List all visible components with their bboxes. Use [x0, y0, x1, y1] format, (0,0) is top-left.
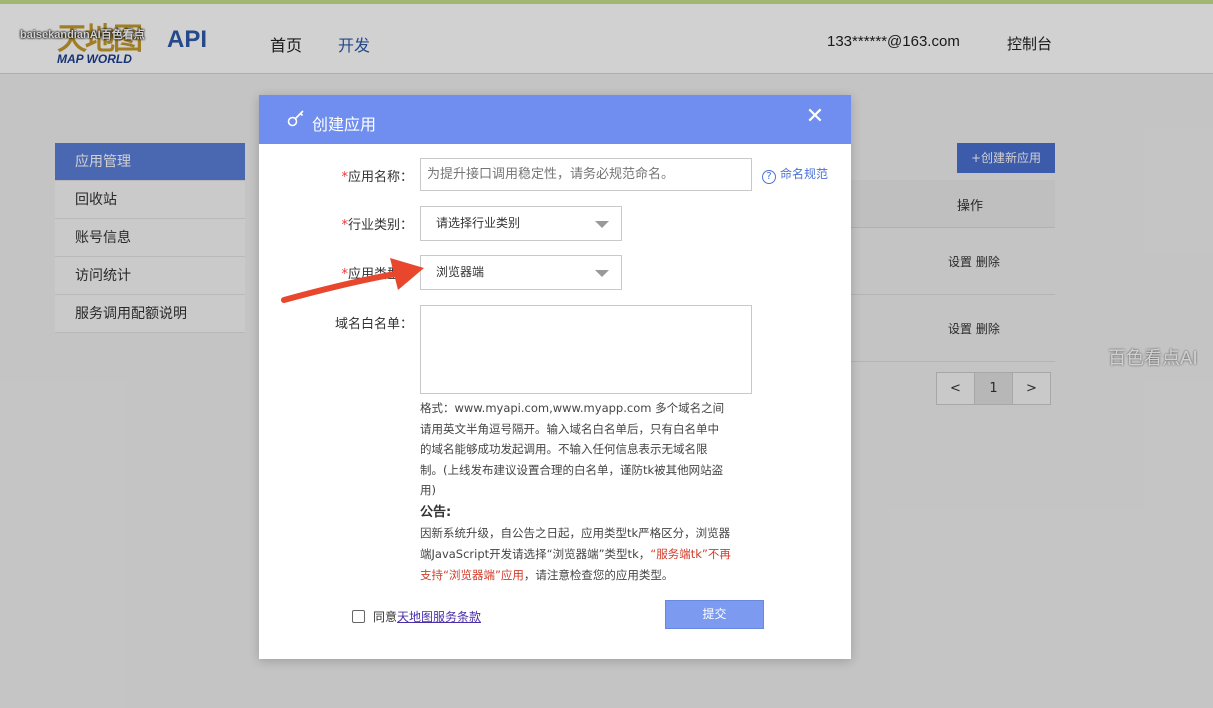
whitelist-textarea[interactable]: [420, 305, 752, 394]
key-icon: [287, 110, 304, 127]
naming-rules-link[interactable]: ? 命名规范: [762, 165, 828, 184]
notice-text: 因新系统升级，自公告之日起，应用类型tk严格区分，浏览器端JavaScript开…: [420, 526, 731, 582]
modal-header: 创建应用 ✕: [259, 95, 851, 144]
app-type-label: *应用类型：: [341, 267, 413, 282]
app-name-label: *应用名称：: [341, 170, 413, 185]
whitelist-label: 域名白名单：: [334, 317, 413, 332]
notice-title: 公告:: [420, 505, 452, 520]
help-icon: ?: [762, 170, 776, 184]
chevron-down-icon: [595, 221, 609, 228]
submit-button[interactable]: 提交: [665, 600, 764, 629]
modal-title: 创建应用: [312, 115, 377, 134]
close-icon[interactable]: ✕: [803, 105, 827, 129]
terms-link[interactable]: 天地图服务条款: [397, 608, 481, 625]
industry-label: *行业类别：: [341, 218, 413, 233]
app-type-select[interactable]: 浏览器端: [420, 255, 622, 290]
whitelist-hint: 格式：www.myapi.com,www.myapp.com 多个域名之间请用英…: [420, 401, 725, 497]
chevron-down-icon: [595, 270, 609, 277]
agree-checkbox[interactable]: [352, 610, 365, 623]
industry-select[interactable]: 请选择行业类别: [420, 206, 622, 241]
agree-terms: 同意 天地图服务条款: [352, 608, 481, 625]
app-name-input[interactable]: [420, 158, 752, 191]
create-app-modal: 创建应用 ✕ *应用名称： ?命名规范 *行业类别： 请选择行业类别 *应用类型…: [259, 95, 851, 659]
